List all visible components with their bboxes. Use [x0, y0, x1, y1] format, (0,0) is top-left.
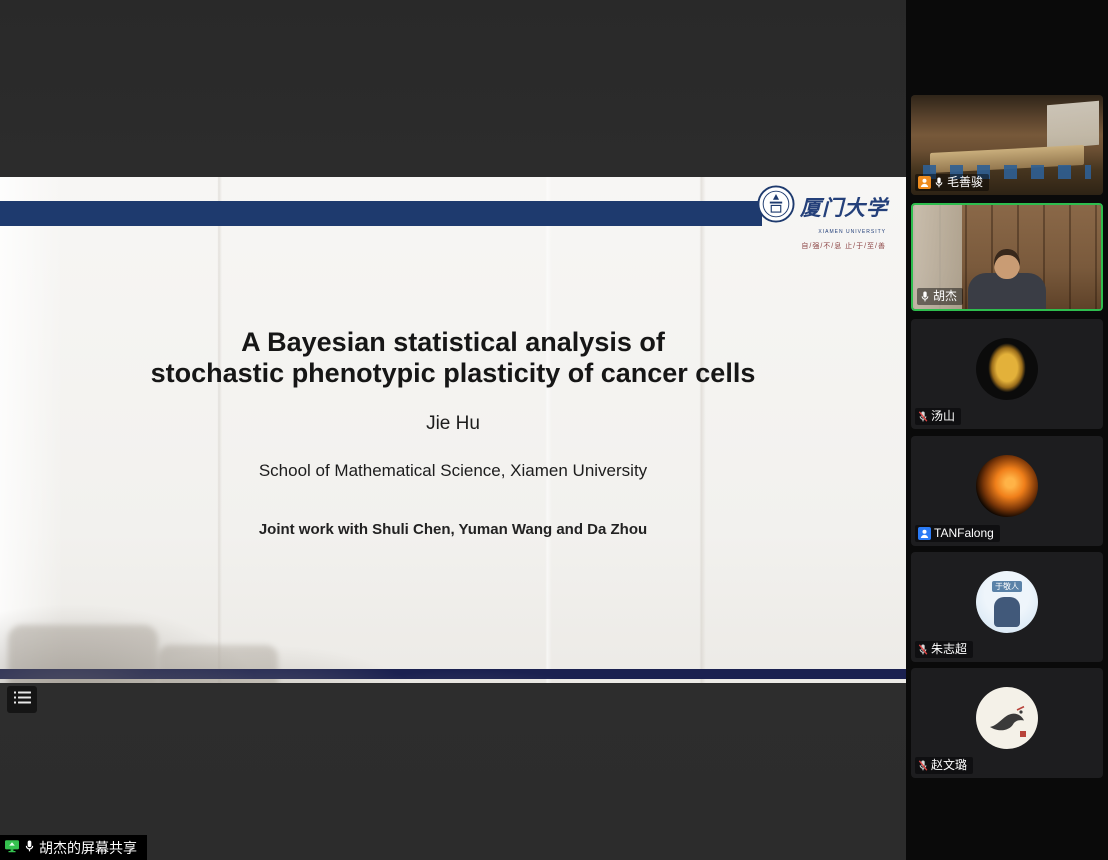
- person-badge-icon: [918, 527, 931, 540]
- participant-name: 胡杰: [933, 289, 957, 304]
- participant-name: 赵文璐: [931, 758, 967, 773]
- participant-name-tag: TANFalong: [915, 525, 1000, 542]
- participant-name: 毛善骏: [947, 175, 983, 190]
- university-logo: 厦门大学 XIAMEN UNIVERSITY 自/强/不/息 止/于/至/善: [758, 185, 888, 251]
- mic-on-icon: [24, 839, 35, 856]
- avatar-image: 于敬人: [976, 571, 1038, 633]
- participant-name: 朱志超: [931, 642, 967, 657]
- slide-title-line2: stochastic phenotypic plasticity of canc…: [0, 358, 906, 389]
- mic-muted-icon: [918, 759, 928, 772]
- room-window: [1047, 101, 1099, 150]
- participant-tile-3[interactable]: 汤山: [911, 319, 1103, 429]
- participant-name-tag: 毛善骏: [915, 174, 989, 191]
- participant-tile-2-active-speaker[interactable]: 胡杰: [911, 203, 1103, 311]
- slide-bottom-accent-bar: [0, 669, 906, 679]
- avatar-figure: [994, 597, 1020, 627]
- slide-joint-work: Joint work with Shuli Chen, Yuman Wang a…: [0, 521, 906, 538]
- university-name-en: XIAMEN UNIVERSITY: [758, 229, 888, 235]
- mic-on-icon: [934, 176, 944, 189]
- mic-on-icon: [920, 290, 930, 303]
- participants-sidebar: 毛善骏 胡杰: [906, 0, 1108, 860]
- slide-title: A Bayesian statistical analysis of stoch…: [0, 327, 906, 389]
- participant-tile-4[interactable]: TANFalong: [911, 436, 1103, 546]
- participant-name: 汤山: [931, 409, 955, 424]
- avatar-image: [976, 455, 1038, 517]
- university-motto: 自/强/不/息 止/于/至/善: [758, 241, 888, 251]
- list-icon: [14, 691, 31, 709]
- university-seal-icon: [757, 185, 795, 228]
- avatar-image: [976, 687, 1038, 749]
- webcam-person-head: [994, 249, 1020, 279]
- slide-author: Jie Hu: [0, 413, 906, 435]
- screen-share-banner-text: 胡杰的屏幕共享: [39, 838, 137, 858]
- slide-title-line1: A Bayesian statistical analysis of: [0, 327, 906, 358]
- mic-muted-icon: [918, 410, 928, 423]
- screen-share-region: 厦门大学 XIAMEN UNIVERSITY 自/强/不/息 止/于/至/善 A…: [0, 0, 906, 860]
- screen-share-icon: [4, 839, 20, 856]
- participant-name-tag: 赵文璐: [915, 757, 973, 774]
- slide-top-accent-bar: [0, 201, 762, 226]
- avatar-image: [976, 338, 1038, 400]
- screen-share-banner: 胡杰的屏幕共享: [0, 835, 147, 860]
- participant-name-tag: 汤山: [915, 408, 961, 425]
- university-name: 厦门大学: [800, 192, 888, 222]
- participant-name: TANFalong: [934, 526, 994, 541]
- participant-tile-6[interactable]: 赵文璐: [911, 668, 1103, 778]
- slide-affiliation: School of Mathematical Science, Xiamen U…: [0, 461, 906, 481]
- slide-list-button[interactable]: [7, 686, 37, 713]
- participant-name-tag: 朱志超: [915, 641, 973, 658]
- person-badge-icon: [918, 176, 931, 189]
- participant-name-tag: 胡杰: [917, 288, 963, 305]
- meeting-window: 厦门大学 XIAMEN UNIVERSITY 自/强/不/息 止/于/至/善 A…: [0, 0, 1108, 860]
- mic-muted-icon: [918, 643, 928, 656]
- participant-tile-5[interactable]: 于敬人 朱志超: [911, 552, 1103, 662]
- participant-tile-1[interactable]: 毛善骏: [911, 95, 1103, 195]
- presentation-slide: 厦门大学 XIAMEN UNIVERSITY 自/强/不/息 止/于/至/善 A…: [0, 177, 906, 683]
- avatar-text: 于敬人: [992, 581, 1022, 592]
